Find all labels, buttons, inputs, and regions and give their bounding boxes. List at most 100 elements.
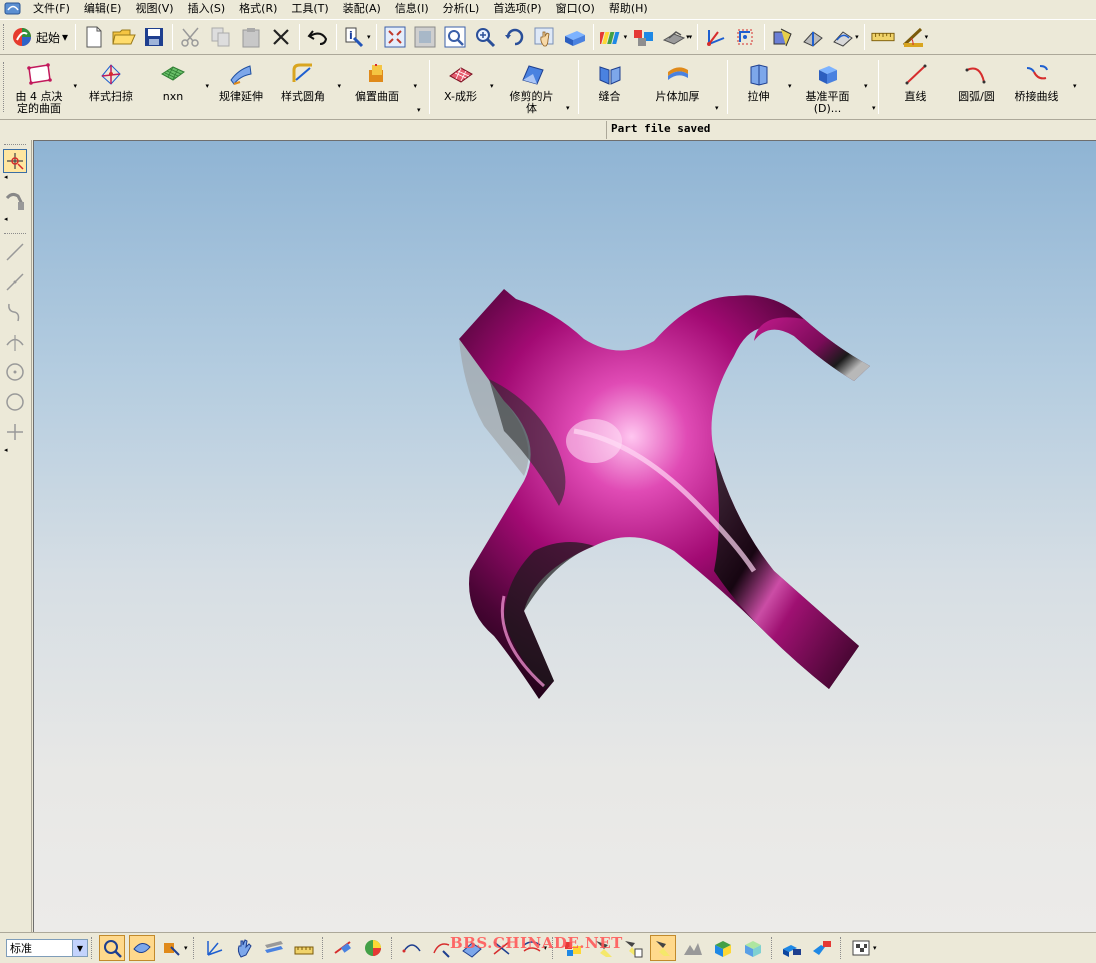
chevron-down-icon[interactable]: ▾ bbox=[413, 82, 417, 90]
chevron-down-icon[interactable]: ▾ bbox=[544, 944, 548, 952]
graphics-viewport[interactable] bbox=[33, 140, 1096, 932]
toolbar-grip[interactable] bbox=[3, 24, 6, 50]
toolbar-grip[interactable] bbox=[552, 937, 555, 959]
zoom-in-out-button[interactable] bbox=[473, 25, 497, 49]
chevron-down-icon[interactable]: ▾ bbox=[864, 82, 868, 90]
measure-angle-button[interactable] bbox=[901, 25, 925, 49]
chevron-down-icon[interactable]: ▾ bbox=[689, 33, 693, 41]
menu-edit[interactable]: 编辑(E) bbox=[77, 0, 129, 18]
curvature-button[interactable] bbox=[831, 25, 855, 49]
material-button[interactable] bbox=[650, 935, 677, 961]
offset-surface-button[interactable]: 偏置曲面 ▾ bbox=[345, 60, 417, 116]
toolbar-grip[interactable] bbox=[840, 937, 843, 959]
visual-effects-button[interactable] bbox=[740, 935, 766, 961]
spline-tool-button[interactable] bbox=[2, 298, 28, 326]
face-analysis-button[interactable] bbox=[360, 935, 386, 961]
delete-button[interactable] bbox=[269, 25, 293, 49]
info-button[interactable]: i bbox=[343, 25, 367, 49]
arc-circle-button[interactable]: 圆弧/圆 bbox=[949, 60, 1005, 116]
light-panel-button[interactable] bbox=[620, 935, 646, 961]
chevron-down-icon[interactable]: ▾ bbox=[925, 33, 929, 41]
cut-button[interactable] bbox=[179, 25, 203, 49]
chevron-down-icon[interactable]: ▾ bbox=[566, 104, 570, 112]
menu-file[interactable]: 文件(F) bbox=[26, 0, 77, 18]
chevron-down-icon[interactable]: ▾ bbox=[73, 82, 77, 90]
circle-center-button[interactable] bbox=[2, 358, 28, 386]
surface-edit-button[interactable] bbox=[459, 935, 485, 961]
start-button[interactable]: 起始 ▾ bbox=[9, 25, 72, 49]
measure-distance-button[interactable] bbox=[871, 25, 895, 49]
wcs-orient-button[interactable] bbox=[734, 25, 758, 49]
curve-tool-button[interactable] bbox=[399, 935, 425, 961]
nxn-surface-button[interactable]: nxn ▾ bbox=[145, 60, 209, 116]
menu-information[interactable]: 信息(I) bbox=[388, 0, 436, 18]
nx-app-icon[interactable] bbox=[4, 1, 22, 17]
chevron-down-icon[interactable]: ◂ bbox=[4, 215, 31, 223]
basic-line-button[interactable] bbox=[2, 238, 28, 266]
chevron-down-icon[interactable]: ▾ bbox=[184, 944, 188, 952]
toolbar-grip[interactable] bbox=[4, 144, 26, 147]
paste-button[interactable] bbox=[239, 25, 263, 49]
line-tool-button[interactable] bbox=[2, 268, 28, 296]
x-form-button[interactable]: X-成形 ▾ bbox=[436, 60, 494, 116]
styled-sweep-button[interactable]: 样式扫掠 bbox=[79, 60, 143, 116]
styled-blend-button[interactable]: 样式圆角 ▾ bbox=[273, 60, 341, 116]
background-button[interactable] bbox=[779, 935, 805, 961]
copy-button[interactable] bbox=[209, 25, 233, 49]
chevron-down-icon[interactable]: ◂ bbox=[4, 446, 31, 454]
open-file-button[interactable] bbox=[112, 25, 136, 49]
chevron-down-icon[interactable]: ▾ bbox=[624, 33, 628, 41]
trim-tool-button[interactable] bbox=[489, 935, 515, 961]
sew-button[interactable]: 缝合 bbox=[585, 60, 635, 116]
thicken-sheet-button[interactable]: 片体加厚 ▾ bbox=[643, 60, 719, 116]
trimmed-sheet-button[interactable]: 修剪的片 体 ▾ bbox=[500, 60, 570, 116]
rotate-button[interactable] bbox=[503, 25, 527, 49]
four-point-surface-button[interactable]: 由 4 点决 定的曲面 ▾ bbox=[9, 60, 77, 116]
shaded-view-button[interactable] bbox=[563, 25, 587, 49]
chevron-down-icon[interactable]: ▾ bbox=[367, 33, 371, 41]
chevron-down-icon[interactable]: ▾ bbox=[337, 82, 341, 90]
sheet-select-button[interactable] bbox=[261, 935, 287, 961]
color-button[interactable] bbox=[599, 25, 624, 49]
offset-tool-button[interactable] bbox=[519, 935, 545, 961]
section-button[interactable] bbox=[801, 25, 825, 49]
toolbar-grip[interactable] bbox=[390, 937, 394, 959]
chevron-down-icon[interactable]: ▾ bbox=[788, 82, 792, 90]
zoom-window-button[interactable] bbox=[443, 25, 467, 49]
menu-help[interactable]: 帮助(H) bbox=[602, 0, 655, 18]
new-file-button[interactable] bbox=[82, 25, 106, 49]
chevron-down-icon[interactable]: ▾ bbox=[417, 106, 421, 114]
chevron-down-icon[interactable]: ▾ bbox=[490, 82, 494, 90]
line-button[interactable]: 直线 bbox=[891, 60, 941, 116]
toolbar-grip[interactable] bbox=[771, 937, 774, 959]
render-style-button[interactable] bbox=[560, 935, 586, 961]
curve-analysis-button[interactable] bbox=[330, 935, 356, 961]
toolbar-grip[interactable] bbox=[321, 937, 325, 959]
menu-tools[interactable]: 工具(T) bbox=[284, 0, 335, 18]
chevron-down-icon[interactable]: ◂ bbox=[4, 173, 31, 181]
print-button[interactable] bbox=[848, 935, 874, 961]
menu-format[interactable]: 格式(R) bbox=[232, 0, 284, 18]
snap-point-button[interactable] bbox=[3, 149, 27, 173]
wcs-dynamics-button[interactable] bbox=[201, 935, 227, 961]
chevron-down-icon[interactable]: ▾ bbox=[715, 104, 719, 112]
arc-tool-button[interactable] bbox=[2, 328, 28, 356]
select-face-button[interactable] bbox=[129, 935, 155, 961]
menu-preferences[interactable]: 首选项(P) bbox=[486, 0, 548, 18]
analysis-button[interactable] bbox=[771, 25, 795, 49]
toolbar-grip[interactable] bbox=[4, 233, 26, 236]
bridge-curve-button[interactable]: 桥接曲线 ▾ bbox=[1009, 60, 1077, 116]
menu-window[interactable]: 窗口(O) bbox=[549, 0, 602, 18]
sketch-tool-button[interactable] bbox=[2, 187, 28, 215]
view-style-select[interactable]: 标准 ▼ bbox=[6, 939, 88, 957]
display-mode-button[interactable] bbox=[662, 25, 686, 49]
undo-button[interactable] bbox=[306, 25, 330, 49]
menu-assembly[interactable]: 装配(A) bbox=[336, 0, 388, 18]
chevron-down-icon[interactable]: ▾ bbox=[855, 33, 859, 41]
measure-button[interactable] bbox=[291, 935, 317, 961]
circle-tool-button[interactable] bbox=[2, 388, 28, 416]
point-tool-button[interactable] bbox=[2, 418, 28, 446]
zoom-region-button[interactable] bbox=[413, 25, 437, 49]
extrude-button[interactable]: 拉伸 ▾ bbox=[734, 60, 792, 116]
image-capture-button[interactable] bbox=[809, 935, 835, 961]
